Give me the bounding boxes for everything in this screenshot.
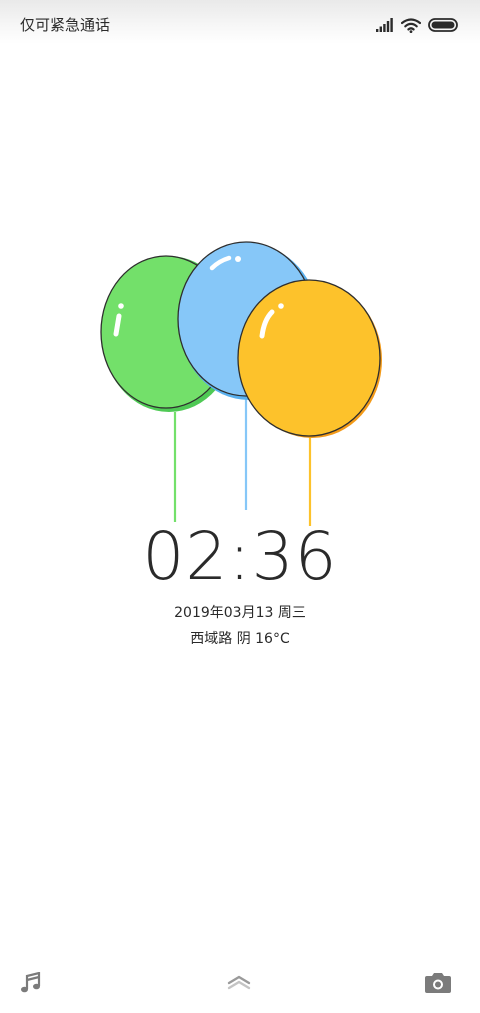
lock-screen: 仅可紧急通话 02:36 2019年03月13 周三 西域路 阴 16°C [0, 0, 480, 1013]
signal-bars-icon [376, 18, 393, 32]
chevron-up-icon[interactable] [226, 974, 252, 990]
wifi-icon [401, 17, 421, 33]
camera-icon[interactable] [424, 972, 452, 994]
yellow-balloon [237, 279, 382, 438]
clock-time: 02:36 [142, 518, 338, 595]
balloons-illustration [100, 241, 382, 526]
status-bar: 仅可紧急通话 [0, 0, 480, 44]
status-icons [376, 15, 460, 35]
weather-label: 西域路 阴 16°C [190, 631, 290, 647]
date-label: 2019年03月13 周三 [174, 605, 306, 621]
music-note-icon[interactable] [20, 972, 42, 994]
carrier-label: 仅可紧急通话 [20, 16, 111, 34]
battery-icon [428, 18, 458, 32]
